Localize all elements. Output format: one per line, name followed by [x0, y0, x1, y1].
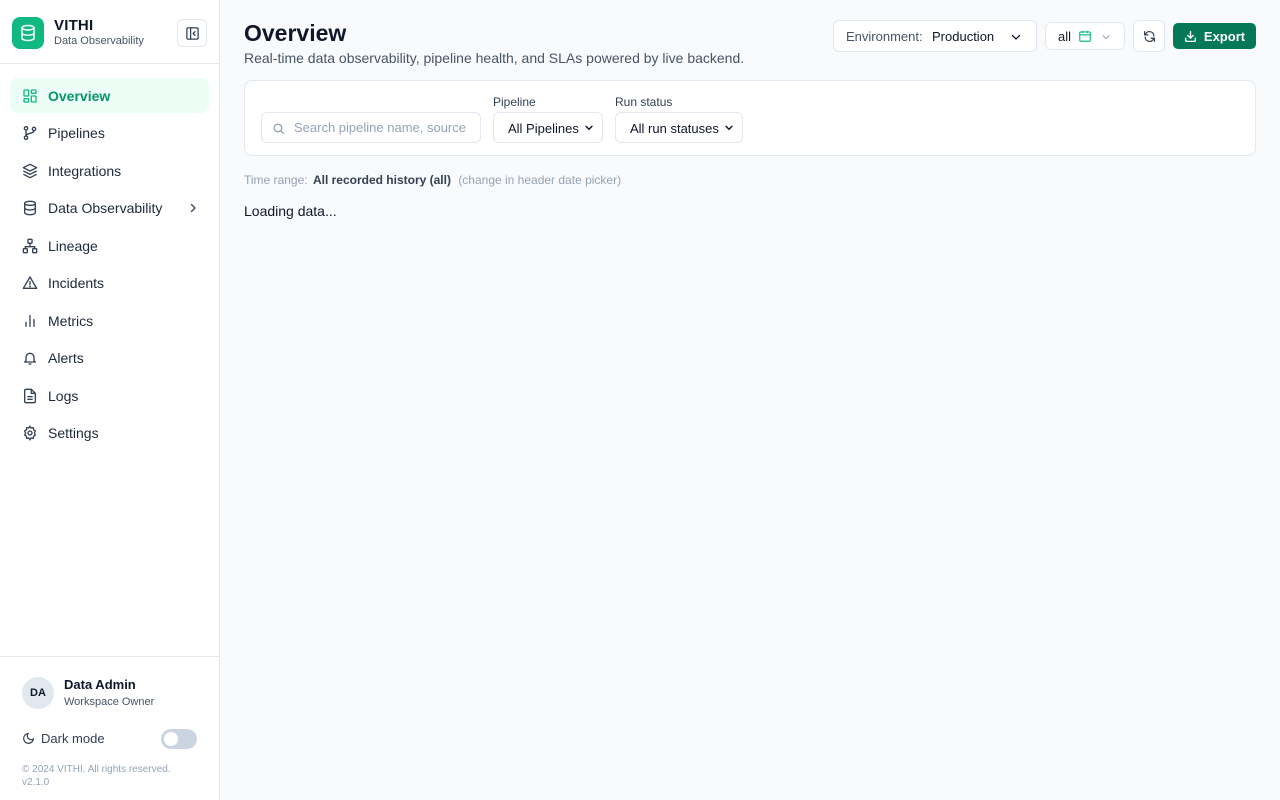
sidebar-item-incidents[interactable]: Incidents [10, 266, 209, 301]
search-field[interactable] [261, 112, 481, 143]
network-icon [22, 238, 38, 254]
export-label: Export [1203, 28, 1246, 44]
bell-icon [22, 350, 38, 366]
date-range-value: all [1058, 29, 1072, 44]
chevron-down-icon [1011, 34, 1021, 40]
chevron-down-icon [725, 125, 733, 131]
main-content: Overview Real-time data observability, p… [244, 0, 1256, 800]
sidebar-item-pipelines[interactable]: Pipelines [10, 116, 209, 151]
refresh-button[interactable] [1133, 20, 1165, 52]
user-role: Workspace Owner [64, 696, 155, 708]
export-button[interactable]: Export [1173, 23, 1256, 49]
sidebar-item-data-observability[interactable]: Data Observability [10, 191, 209, 226]
download-icon [1184, 30, 1196, 42]
sidebar-item-metrics[interactable]: Metrics [10, 303, 209, 338]
run-status-select-value: All run statuses [630, 121, 719, 136]
environment-label: Environment: [846, 29, 923, 44]
sidebar-item-label: Lineage [48, 237, 98, 254]
page-title: Overview [244, 20, 347, 46]
time-range-prefix: Time range: [244, 173, 308, 187]
date-range-picker[interactable]: all [1045, 22, 1125, 50]
sidebar-item-overview[interactable]: Overview [10, 78, 209, 113]
calendar-icon [1079, 30, 1091, 42]
pipeline-select[interactable]: All Pipelines [493, 112, 603, 143]
search-icon [273, 123, 285, 135]
sidebar-item-label: Incidents [48, 275, 105, 291]
time-range-hint: (change in header date picker) [458, 173, 622, 187]
sidebar: VITHI Data Observability Overview Pipeli… [0, 0, 220, 800]
layers-icon [22, 163, 38, 179]
run-status-select[interactable]: All run statuses [615, 112, 743, 143]
search-input[interactable] [294, 113, 474, 142]
database-logo-icon [12, 17, 44, 49]
panel-left-icon [185, 26, 199, 40]
refresh-icon [1143, 30, 1155, 42]
sidebar-item-label: Integrations [48, 162, 122, 179]
database-icon [22, 200, 38, 216]
sidebar-footer: DA Data Admin Workspace Owner Dark mode … [0, 656, 219, 800]
dark-mode-toggle[interactable] [161, 729, 197, 749]
sidebar-nav: Overview Pipelines Integrations Data Obs… [10, 78, 209, 453]
sidebar-collapse-button[interactable] [177, 19, 207, 47]
sidebar-item-lineage[interactable]: Lineage [10, 228, 209, 263]
page-subtitle: Real-time data observability, pipeline h… [244, 50, 745, 66]
sidebar-item-label: Data Observability [48, 200, 163, 216]
bar-chart-icon [22, 313, 38, 329]
pipeline-select-value: All Pipelines [508, 121, 579, 136]
loading-indicator: Loading data... [244, 203, 337, 219]
brand-name: VITHI [54, 17, 94, 34]
dark-mode-row: Dark mode [22, 731, 105, 746]
run-status-filter-label: Run status [615, 95, 673, 109]
environment-select[interactable]: Environment: Production [833, 20, 1037, 52]
sidebar-item-settings[interactable]: Settings [10, 416, 209, 451]
time-range-info: Time range: All recorded history (all) (… [244, 173, 621, 187]
sidebar-item-label: Metrics [48, 312, 94, 329]
filter-card: Pipeline All Pipelines Run status All ru… [244, 80, 1256, 156]
chevron-down-icon [585, 125, 593, 131]
sidebar-item-label: Alerts [48, 350, 84, 366]
chevron-down-icon [1102, 35, 1110, 40]
sidebar-item-label: Pipelines [48, 125, 105, 141]
sidebar-item-logs[interactable]: Logs [10, 378, 209, 413]
sidebar-item-label: Overview [48, 87, 111, 104]
sidebar-item-alerts[interactable]: Alerts [10, 341, 209, 376]
sidebar-item-integrations[interactable]: Integrations [10, 153, 209, 188]
copyright: © 2024 VITHI. All rights reserved. v2.1.… [22, 763, 212, 789]
sidebar-item-label: Settings [48, 425, 99, 441]
moon-icon [23, 732, 35, 744]
git-branch-icon [22, 125, 38, 141]
alert-triangle-icon [22, 275, 38, 291]
copyright-text: © 2024 VITHI. All rights reserved. [22, 764, 171, 775]
gear-icon [22, 425, 38, 441]
user-name: Data Admin [64, 677, 136, 692]
brand-subtitle: Data Observability [54, 35, 144, 47]
grid-icon [22, 88, 38, 104]
version-text: v2.1.0 [22, 777, 50, 788]
toggle-knob [164, 732, 178, 746]
pipeline-filter-label: Pipeline [493, 95, 536, 109]
brand-header: VITHI Data Observability [0, 0, 219, 64]
time-range-value: All recorded history (all) [312, 173, 451, 187]
sidebar-item-label: Logs [48, 387, 79, 404]
environment-value: Production [932, 29, 995, 44]
chevron-right-icon [190, 203, 196, 212]
avatar[interactable]: DA [22, 677, 54, 709]
file-text-icon [22, 388, 38, 404]
dark-mode-label: Dark mode [41, 731, 105, 746]
